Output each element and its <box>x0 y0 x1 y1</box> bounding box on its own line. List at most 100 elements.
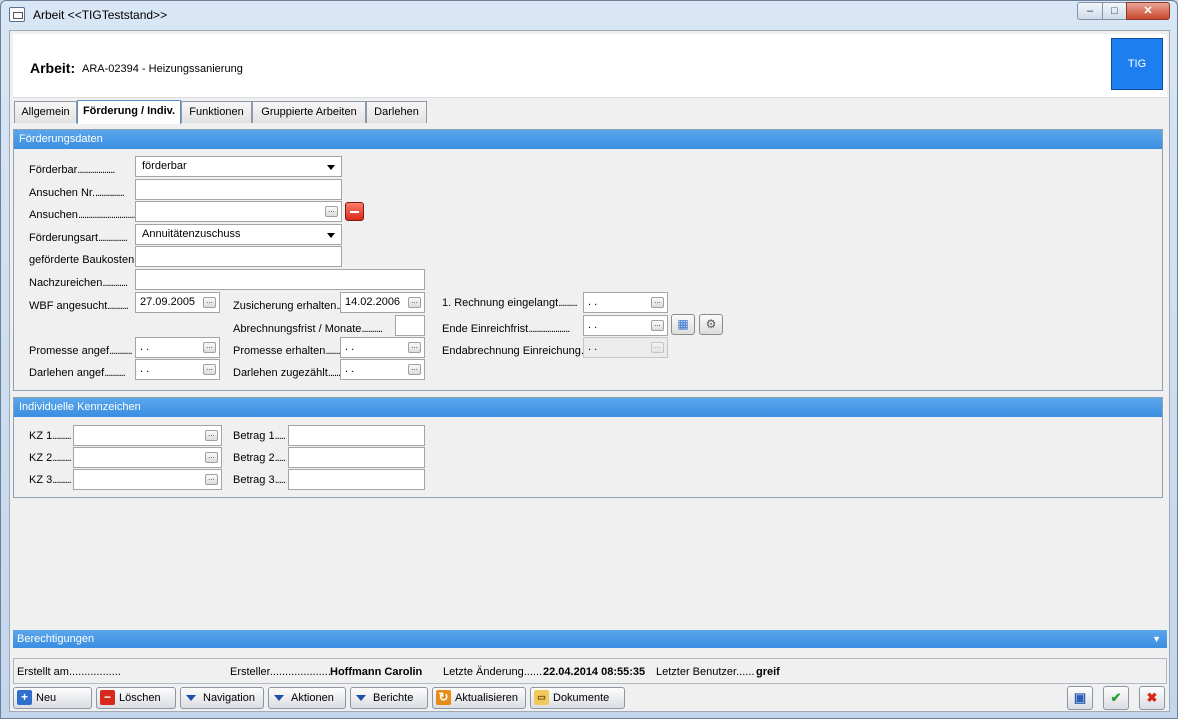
ansuchen-label: Ansuchen............................... <box>29 209 137 221</box>
ansuchen-nr-input[interactable] <box>135 179 342 200</box>
betrag1-input[interactable] <box>288 425 425 446</box>
confirm-check-icon[interactable]: ✔ <box>1103 686 1129 710</box>
endabrechnung-label: Endabrechnung Einreichung.. <box>442 345 584 357</box>
kennzeichen-panel: Individuelle Kennzeichen KZ 1......... .… <box>13 397 1163 498</box>
remove-ansuchen-button[interactable] <box>345 202 364 221</box>
ellipsis-icon: ... <box>651 342 664 353</box>
cancel-x-icon[interactable]: ✖ <box>1139 686 1165 710</box>
ellipsis-icon[interactable]: ... <box>203 297 216 308</box>
promesse-angef-label: Promesse angef........... <box>29 345 133 357</box>
kz3-label: KZ 3......... <box>29 474 72 486</box>
rechnung-date[interactable]: . .... <box>583 292 668 313</box>
record-label: Arbeit: <box>30 60 76 76</box>
plus-icon: + <box>17 690 32 705</box>
ansuchen-nr-label: Ansuchen Nr............... <box>29 187 125 199</box>
aktionen-button[interactable]: Aktionen <box>268 687 346 709</box>
chevron-down-icon[interactable]: ▼ <box>1152 630 1161 648</box>
kz1-input[interactable]: ... <box>73 425 222 446</box>
save-icon[interactable]: ▣ <box>1067 686 1093 710</box>
darlehen-angef-date[interactable]: . .... <box>135 359 220 380</box>
maximize-button[interactable]: □ <box>1102 2 1127 20</box>
darlehen-angef-label: Darlehen angef.......... <box>29 367 126 379</box>
tab-darlehen[interactable]: Darlehen <box>366 101 427 123</box>
erstellt-label: Erstellt am................. <box>17 666 121 678</box>
neu-button[interactable]: + Neu <box>13 687 92 709</box>
wbf-angesucht-label: WBF angesucht.......... <box>29 300 129 312</box>
baukosten-input[interactable] <box>135 246 342 267</box>
promesse-erhalten-date[interactable]: . .... <box>340 337 425 358</box>
dokumente-button[interactable]: ▭ Dokumente <box>530 687 625 709</box>
minimize-button[interactable]: – <box>1077 2 1103 20</box>
wbf-angesucht-date[interactable]: 27.09.2005... <box>135 292 220 313</box>
foerderungsart-dropdown[interactable]: Annuitätenzuschuss <box>135 224 342 245</box>
darlehen-zugezaehlt-date[interactable]: . .... <box>340 359 425 380</box>
zusicherung-date[interactable]: 14.02.2006... <box>340 292 425 313</box>
ersteller-value: Hoffmann Carolin <box>330 666 423 678</box>
gear-icon[interactable]: ⚙ <box>699 314 723 335</box>
tab-allgemein[interactable]: Allgemein <box>14 101 77 123</box>
betrag3-input[interactable] <box>288 469 425 490</box>
window-title: Arbeit <<TIGTeststand>> <box>33 8 168 22</box>
ellipsis-icon[interactable]: ... <box>203 364 216 375</box>
nachzureichen-label: Nachzureichen............ <box>29 277 128 289</box>
tig-badge: TIG <box>1111 38 1163 90</box>
nachzureichen-input[interactable] <box>135 269 425 290</box>
aenderung-label: Letzte Änderung...... <box>443 666 543 678</box>
dropdown-arrow-icon <box>186 695 196 701</box>
ellipsis-icon[interactable]: ... <box>408 342 421 353</box>
ellipsis-icon[interactable]: ... <box>203 342 216 353</box>
ellipsis-icon[interactable]: ... <box>408 297 421 308</box>
foerderungsdaten-header[interactable]: Förderungsdaten <box>14 130 1162 149</box>
bottom-toolbar: + Neu − Löschen Navigation Aktionen Berich… <box>13 686 1167 710</box>
berechtigungen-bar[interactable]: Berechtigungen ▼ <box>13 630 1167 648</box>
abrechnungsfrist-label: Abrechnungsfrist / Monate.......... <box>233 323 383 335</box>
ellipsis-icon[interactable]: ... <box>205 474 218 485</box>
darlehen-zugezaehlt-label: Darlehen zugezählt...... <box>233 367 341 379</box>
tab-gruppierte-arbeiten[interactable]: Gruppierte Arbeiten <box>252 101 366 123</box>
promesse-erhalten-label: Promesse erhalten........ <box>233 345 341 357</box>
tab-funktionen[interactable]: Funktionen <box>181 101 252 123</box>
calendar-reminder-icon[interactable]: ▦ <box>671 314 695 335</box>
dropdown-arrow-icon <box>274 695 284 701</box>
minus-icon: − <box>100 690 115 705</box>
promesse-angef-date[interactable]: . .... <box>135 337 220 358</box>
application-window: Arbeit <<TIGTeststand>> – □ ✕ Arbeit: AR… <box>0 0 1178 719</box>
abrechnungsfrist-input[interactable] <box>395 315 425 336</box>
kennzeichen-header[interactable]: Individuelle Kennzeichen <box>14 398 1162 417</box>
ellipsis-icon[interactable]: ... <box>325 206 338 217</box>
title-bar[interactable]: Arbeit <<TIGTeststand>> – □ ✕ <box>1 1 1177 28</box>
kz2-input[interactable]: ... <box>73 447 222 468</box>
window-icon[interactable] <box>9 7 25 22</box>
aktualisieren-button[interactable]: ↻ Aktualisieren <box>432 687 526 709</box>
tab-foerderung[interactable]: Förderung / Indiv. <box>77 100 181 124</box>
record-title: ARA-02394 - Heizungssanierung <box>82 63 243 75</box>
kz2-label: KZ 2......... <box>29 452 72 464</box>
berechtigungen-title: Berechtigungen <box>17 633 95 645</box>
kz3-input[interactable]: ... <box>73 469 222 490</box>
ansuchen-input[interactable]: ... <box>135 201 342 222</box>
ellipsis-icon[interactable]: ... <box>651 297 664 308</box>
betrag2-input[interactable] <box>288 447 425 468</box>
foerderungsdaten-panel: Förderungsdaten Förderbar...............… <box>13 129 1163 391</box>
navigation-button[interactable]: Navigation <box>180 687 264 709</box>
foerderbar-value: förderbar <box>142 160 187 172</box>
aenderung-value: 22.04.2014 08:55:35 <box>543 666 646 678</box>
betrag3-label: Betrag 3..... <box>233 474 286 486</box>
ellipsis-icon[interactable]: ... <box>408 364 421 375</box>
ellipsis-icon[interactable]: ... <box>205 452 218 463</box>
ellipsis-icon[interactable]: ... <box>651 320 664 331</box>
benutzer-value: greif <box>756 666 780 678</box>
ersteller-label: Ersteller.................... <box>230 666 331 678</box>
berichte-button[interactable]: Berichte <box>350 687 428 709</box>
ende-einreichfrist-label: Ende Einreichfrist.................... <box>442 323 570 335</box>
close-window-button[interactable]: ✕ <box>1126 2 1170 20</box>
zusicherung-label: Zusicherung erhalten.. <box>233 300 341 312</box>
foerderbar-dropdown[interactable]: förderbar <box>135 156 342 177</box>
loeschen-button[interactable]: − Löschen <box>96 687 176 709</box>
record-header: Arbeit: ARA-02394 - Heizungssanierung TI… <box>13 34 1167 98</box>
chevron-down-icon <box>327 165 335 170</box>
ende-einreichfrist-date[interactable]: . .... <box>583 315 668 336</box>
tab-bar: Allgemein Förderung / Indiv. Funktionen … <box>14 100 1168 124</box>
ellipsis-icon[interactable]: ... <box>205 430 218 441</box>
refresh-icon: ↻ <box>436 690 451 705</box>
